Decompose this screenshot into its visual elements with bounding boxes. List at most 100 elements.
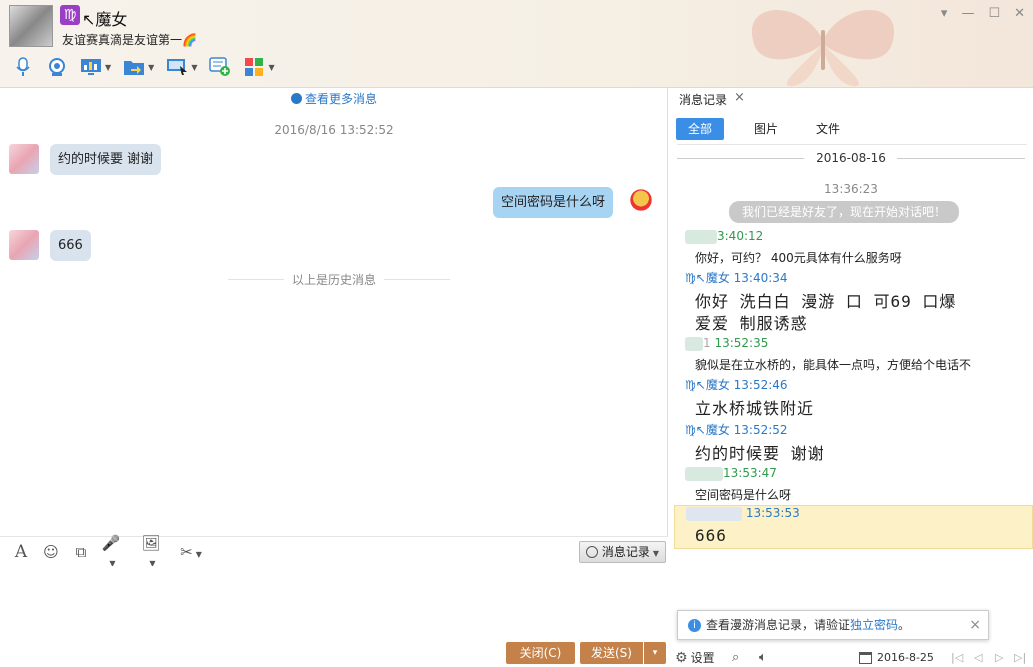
peer-avatar[interactable] [9,230,39,260]
close-icon[interactable]: × [734,90,745,105]
record-sender: 1 13:52:35 [685,336,768,351]
message-input[interactable] [0,566,668,636]
butterfly-decoration [751,10,895,87]
tab-message-record[interactable]: 消息记录 [679,91,727,108]
message-timestamp: 2016/8/16 13:52:52 [274,123,394,137]
record-sender: ♍↖魔女 13:40:34 [685,271,788,285]
record-sender: 13:53:53 [686,506,800,521]
contact-name[interactable]: ↖魔女 [82,6,127,30]
remote-desktop-icon [166,57,188,77]
window-controls: ▾ — ☐ ✕ [941,6,1025,21]
message-history-panel: 消息记录 × 全部 图片 文件 2016-08-16 13:36:23 我们已经… [669,88,1033,667]
history-divider: 以上是历史消息 [0,271,668,288]
next-page-icon[interactable]: ▷ [995,651,1003,664]
chevron-down-icon: ▼ [195,549,202,559]
message-bubble[interactable]: 空间密码是什么呀 [493,187,614,218]
send-options-chevron-icon[interactable]: ▾ [644,642,666,664]
record-filter-tabs: 全部 图片 文件 [676,118,866,140]
chevron-down-icon: ▼ [268,62,275,72]
file-transfer-icon [123,57,145,77]
peer-avatar[interactable] [9,144,39,174]
divider [897,158,1025,159]
record-message[interactable]: 立水桥城铁附近 [695,395,814,419]
divider [677,144,1027,145]
screen-share-icon [80,57,102,77]
settings-button[interactable]: ⚙ 设置 [675,649,715,666]
gif-icon[interactable]: ⧉ [70,543,92,561]
input-toolbar: A ☺ ⧉ 🎤▼ 🖼▼ ✂ ▼ 消息记录 ▼ [0,534,668,568]
record-message[interactable]: 约的时候要 谢谢 [695,440,825,464]
image-icon[interactable]: 🖼▼ [140,534,162,570]
send-bar: 关闭(C) 发送(S) ▾ [0,636,668,667]
dropdown-icon[interactable]: ▾ [941,6,948,21]
record-sender: ♍↖魔女 13:52:46 [685,378,788,392]
my-avatar[interactable] [626,185,656,215]
tab-images[interactable]: 图片 [742,118,790,140]
independent-password-link[interactable]: 独立密码 [850,618,898,632]
info-icon: i [688,619,701,632]
microphone-icon [12,57,34,77]
gear-icon: ⚙ [675,649,688,666]
screen-share-button[interactable]: ▼ [76,55,115,79]
highlighted-record[interactable]: 13:53:53 666 [674,505,1033,549]
send-button[interactable]: 发送(S) [580,642,643,664]
contact-signature: 友谊赛真滴是友谊第一🌈 [62,33,197,47]
blurred-name [685,466,723,481]
chat-window-header: ♍ ↖魔女 友谊赛真滴是友谊第一🌈 ▼ ▼ ▼ ▼ ▾ — ☐ ✕ [0,0,1033,88]
create-group-icon [209,57,231,77]
record-message[interactable]: 你好 洗白白 漫游 口 可69 口爆 [695,288,956,312]
record-sender: 13:53:47 [685,466,777,481]
message-bubble[interactable]: 约的时候要 谢谢 [50,144,162,175]
message-bubble[interactable]: 666 [50,230,91,261]
search-icon[interactable]: ⌕ [732,650,739,665]
speaker-icon[interactable]: 🔈︎ [759,650,767,665]
record-sender: ♍↖魔女 13:52:52 [685,423,788,437]
first-page-icon[interactable]: |◁ [951,651,963,664]
message-record-button[interactable]: 消息记录 ▼ [579,541,666,563]
friend-added-notice: 我们已经是好友了，现在开始对话吧！ [729,201,959,223]
chevron-down-icon: ▼ [148,62,155,72]
apps-icon [243,57,265,77]
tab-all[interactable]: 全部 [676,118,725,140]
blurred-name [685,336,703,351]
file-transfer-button[interactable]: ▼ [119,55,158,79]
record-message[interactable]: 你好，可约？ 400元具体有什么服务呀 [695,249,902,266]
record-sender: 3:40:12 [685,229,763,244]
tab-files[interactable]: 文件 [804,118,852,140]
screenshot-scissors-icon[interactable]: ✂ ▼ [180,543,202,561]
chat-message-area[interactable]: 查看更多消息 2016/8/16 13:52:52 约的时候要 谢谢 空间密码是… [0,88,668,536]
clock-icon [290,93,302,104]
date-picker[interactable]: 2016-8-25 [859,651,934,664]
view-more-messages-link[interactable]: 查看更多消息 [0,90,668,107]
voice-message-icon[interactable]: 🎤▼ [100,534,122,570]
close-icon[interactable]: ✕ [1014,6,1025,21]
remote-desktop-button[interactable]: ▼ [162,55,201,79]
close-button[interactable]: 关闭(C) [506,642,575,664]
create-group-button[interactable] [205,55,235,79]
maximize-icon[interactable]: ☐ [988,6,1000,21]
chevron-down-icon: ▼ [652,549,659,558]
virgo-badge-icon: ♍ [60,5,80,25]
font-icon[interactable]: A [10,542,32,562]
record-message[interactable]: 爱爱 制服诱惑 [695,310,808,334]
chat-toolbar: ▼ ▼ ▼ ▼ [8,54,279,80]
blurred-name [685,229,717,244]
chevron-down-icon: ▼ [105,62,112,72]
last-page-icon[interactable]: ▷| [1014,651,1026,664]
record-message[interactable]: 空间密码是什么呀 [695,486,791,503]
record-timestamp: 13:36:23 [824,182,878,196]
apps-button[interactable]: ▼ [239,55,278,79]
voice-call-button[interactable] [8,55,38,79]
roaming-verify-tooltip: i 查看漫游消息记录，请验证独立密码。 × [677,610,989,640]
video-call-button[interactable] [42,55,72,79]
record-message[interactable]: 貌似是在立水桥的，能具体一点吗，方便给个电话不 [695,356,971,373]
record-message[interactable]: 666 [695,526,727,545]
history-footer: ⚙ 设置 ⌕ 🔈︎ 2016-8-25 |◁ ◁ ▷ ▷| [669,648,1033,667]
contact-avatar[interactable] [9,5,53,47]
emoji-icon[interactable]: ☺ [40,543,62,561]
clock-icon [586,546,598,558]
prev-page-icon[interactable]: ◁ [974,651,982,664]
minimize-icon[interactable]: — [961,6,974,21]
calendar-icon [859,651,872,664]
close-icon[interactable]: × [969,611,981,639]
